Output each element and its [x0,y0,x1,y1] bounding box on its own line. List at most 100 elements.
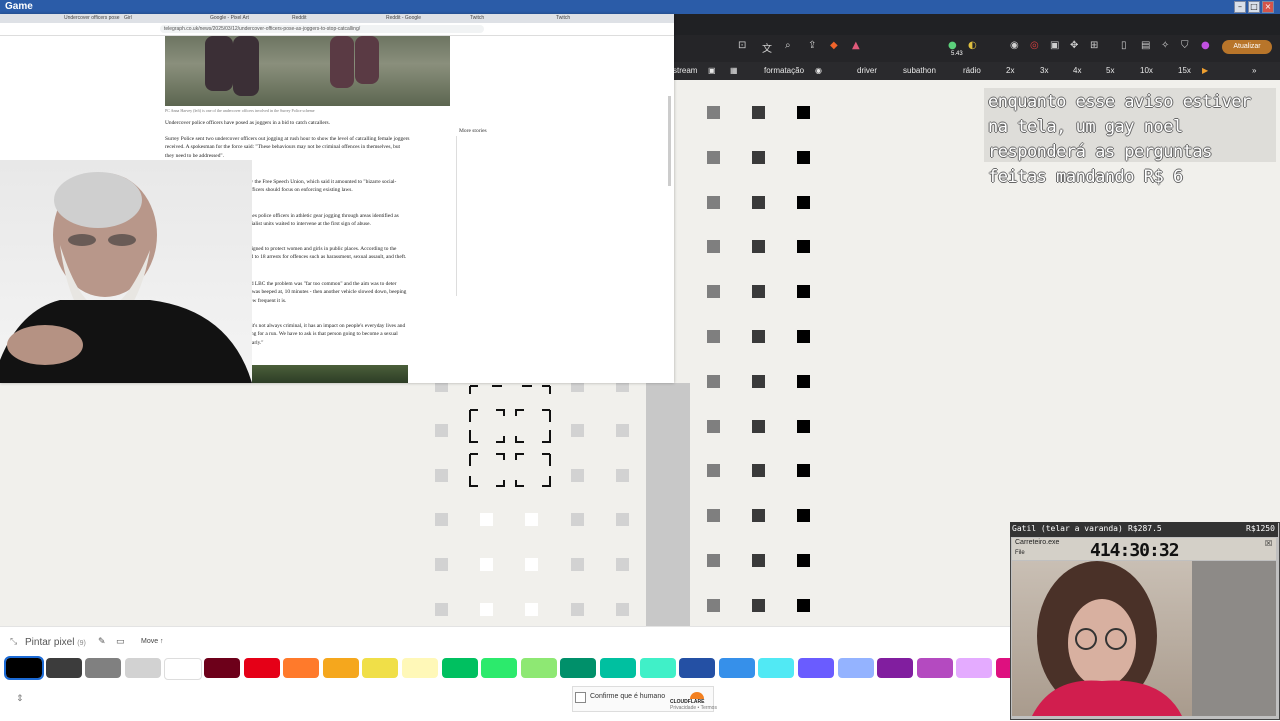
puzzle-icon[interactable]: ✥ [1070,40,1078,51]
zoom-icon[interactable]: ⌕ [785,40,791,51]
extension-icon[interactable]: ◐ [968,40,977,51]
canvas-pixel[interactable] [525,558,538,572]
color-swatch[interactable] [243,658,280,678]
canvas-pixel[interactable] [752,509,765,523]
canvas-pixel[interactable] [707,106,720,119]
color-swatch[interactable] [758,658,795,678]
canvas-pixel[interactable] [571,513,584,527]
canvas-pixel[interactable] [752,330,765,343]
color-swatch[interactable] [4,656,44,680]
browser-tab[interactable]: Girl [124,14,204,23]
color-swatch[interactable] [322,658,359,678]
canvas-pixel[interactable] [616,423,629,437]
bookmarks-overflow-icon[interactable]: » [1252,65,1256,77]
close-icon[interactable]: ☒ [1265,539,1272,548]
canvas-pixel[interactable] [797,464,810,478]
canvas-pixel[interactable] [752,419,765,433]
collapse-icon[interactable]: ⤡ [10,637,17,647]
canvas-pixel[interactable] [616,603,629,616]
canvas-pixel[interactable] [707,150,720,164]
browser-tab[interactable]: Twitch [470,14,546,23]
canvas-pixel[interactable] [752,150,765,164]
share-icon[interactable]: ⇪ [808,40,816,51]
color-swatch[interactable] [362,658,399,678]
minimize-button[interactable]: – [1234,1,1246,13]
color-swatch[interactable] [85,658,122,678]
canvas-pixel[interactable] [571,603,584,616]
extension-icon[interactable]: ▣ [1050,40,1059,51]
browser-tab[interactable]: Reddit [292,14,368,23]
canvas-pixel[interactable] [797,509,810,523]
pencil-icon[interactable]: ✎ [98,637,106,647]
close-button[interactable]: × [1262,1,1274,13]
bookmark-15x[interactable]: 15x [1178,65,1191,77]
reading-list-icon[interactable]: ▤ [1141,40,1150,51]
canvas-pixel[interactable] [571,558,584,572]
bookmark-icon[interactable]: ▣ [708,65,716,77]
canvas-pixel[interactable] [707,509,720,523]
color-swatch[interactable] [45,658,82,678]
color-swatch[interactable] [956,658,993,678]
color-swatch[interactable] [877,658,914,678]
canvas-pixel[interactable] [435,603,448,616]
sidebar-icon[interactable]: ▯ [1121,40,1127,51]
extension-icon[interactable]: ⊞ [1090,40,1098,51]
canvas-pixel[interactable] [752,554,765,567]
canvas-pixel[interactable] [752,240,765,254]
color-swatch[interactable] [441,658,478,678]
screenshot-icon[interactable]: ⊡ [738,40,746,51]
canvas-pixel[interactable] [752,195,765,209]
canvas-pixel[interactable] [707,598,720,612]
canvas-pixel[interactable] [797,598,810,612]
canvas-pixel[interactable] [797,374,810,388]
canvas-pixel[interactable] [752,374,765,388]
bookmark-subathon[interactable]: subathon [903,65,936,77]
color-swatch[interactable] [481,658,518,678]
canvas-pixel[interactable] [435,513,448,527]
bookmark-2x[interactable]: 2x [1006,65,1014,77]
bookmark-formatacao[interactable]: formatação [764,65,804,77]
bookmark-radio[interactable]: rádio [963,65,981,77]
canvas-pixel[interactable] [797,240,810,254]
canvas-pixel[interactable] [707,464,720,478]
canvas-pixel[interactable] [435,468,448,482]
color-swatch[interactable] [916,658,953,678]
color-swatch[interactable] [798,658,834,678]
color-swatch[interactable] [639,658,676,678]
url-field[interactable]: telegraph.co.uk/news/2025/03/12/undercov… [160,25,484,33]
profile-icon[interactable]: ● [1201,40,1210,51]
canvas-pixel[interactable] [571,468,584,482]
bookmark-3x[interactable]: 3x [1040,65,1048,77]
canvas-pixel[interactable] [752,598,765,612]
move-button[interactable]: Move ↑ [137,636,168,648]
color-swatch[interactable] [520,658,557,678]
bookmark-icon[interactable]: ◉ [815,65,822,77]
color-swatch[interactable] [164,658,203,680]
update-button[interactable]: Atualizar [1222,40,1272,54]
record-icon[interactable]: ◎ [1030,40,1039,51]
canvas-pixel[interactable] [797,330,810,343]
canvas-pixel[interactable] [797,106,810,119]
canvas-pixel[interactable] [752,464,765,478]
browser-tab[interactable]: Reddit - Google [386,14,462,23]
canvas-pixel[interactable] [435,558,448,572]
extension-icon[interactable]: ◉ [1010,40,1019,51]
canvas-pixel[interactable] [707,330,720,343]
canvas-pixel[interactable] [435,423,448,437]
canvas-pixel[interactable] [616,513,629,527]
canvas-pixel[interactable] [480,603,493,616]
canvas-pixel[interactable] [707,554,720,567]
color-swatch[interactable] [679,658,716,678]
captcha-links[interactable]: Privacidade • Termos [670,705,717,711]
color-swatch[interactable] [560,658,597,678]
extension-counter-icon[interactable]: ● [948,40,957,51]
canvas-pixel[interactable] [525,603,538,616]
color-swatch[interactable] [283,658,320,678]
canvas-pixel[interactable] [707,240,720,254]
bookmark-4x[interactable]: 4x [1073,65,1081,77]
bookmark-driver[interactable]: driver [857,65,877,77]
brave-shield-icon[interactable]: ◆ [830,40,838,51]
canvas-pixel[interactable] [616,468,629,482]
canvas-pixel[interactable] [707,374,720,388]
canvas-pixel[interactable] [616,558,629,572]
